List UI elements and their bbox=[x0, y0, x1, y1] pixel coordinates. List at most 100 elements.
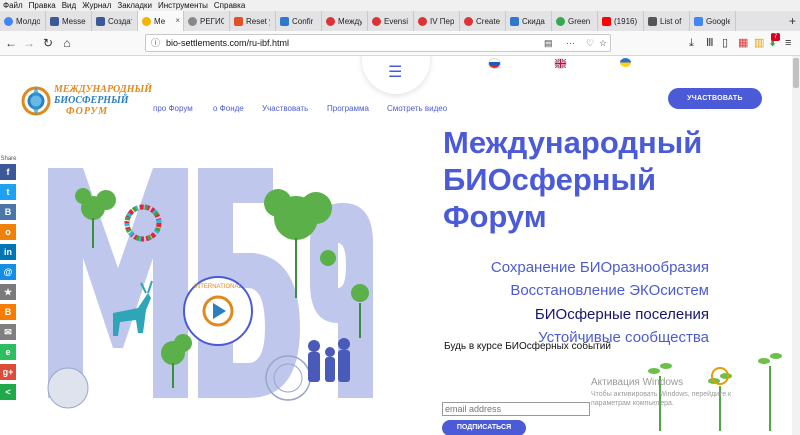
menu-item[interactable]: Журнал bbox=[82, 0, 111, 11]
menu-item[interactable]: Инструменты bbox=[158, 0, 208, 11]
new-tab-button[interactable]: + bbox=[789, 14, 796, 28]
url-text[interactable]: bio-settlements.com/ru-ibf.html bbox=[166, 35, 289, 51]
logo-line-2: БИОСФЕРНЫЙ bbox=[54, 95, 129, 106]
tab-label: IV Пер bbox=[430, 16, 454, 26]
evernote-icon[interactable]: e bbox=[0, 344, 16, 360]
tab-favicon-icon bbox=[464, 16, 473, 26]
tab-favicon-icon bbox=[234, 16, 243, 26]
tab-label: Молдо bbox=[16, 16, 40, 26]
menu-item[interactable]: Вид bbox=[62, 0, 76, 11]
tab-label: Ме bbox=[154, 16, 166, 26]
tab-favicon-icon bbox=[188, 16, 197, 26]
tab-favicon-icon bbox=[280, 16, 289, 26]
bookmark-icon[interactable]: ★ bbox=[0, 284, 16, 300]
tab[interactable]: Создат bbox=[92, 11, 138, 31]
mail-icon[interactable]: @ bbox=[0, 264, 16, 280]
tab-favicon-icon bbox=[50, 16, 59, 26]
tab-strip: Молдо Messen Создат Ме × РЕГИС Reset y Confir Ме… bbox=[0, 11, 800, 31]
email-input[interactable] bbox=[442, 402, 590, 416]
page-scrollbar[interactable] bbox=[792, 56, 800, 435]
tab[interactable]: IV Пер bbox=[414, 11, 460, 31]
tab-favicon-icon bbox=[142, 16, 151, 26]
pocket-icon[interactable]: ♡ bbox=[586, 35, 594, 51]
tab[interactable]: Скида bbox=[506, 11, 552, 31]
tab[interactable]: Reset y bbox=[230, 11, 276, 31]
flag-russia-icon[interactable] bbox=[488, 58, 501, 69]
menu-hamburger-icon[interactable]: ≡ bbox=[785, 35, 791, 51]
tab[interactable]: Create bbox=[460, 11, 506, 31]
tab-favicon-icon bbox=[602, 16, 611, 26]
emblem-text: INTERNATIONAL bbox=[194, 284, 242, 290]
page-actions-icon[interactable]: ··· bbox=[566, 35, 575, 51]
menu-item[interactable]: Файл bbox=[3, 0, 23, 11]
flag-ukraine-icon[interactable] bbox=[620, 58, 631, 67]
share-bar: Share f t Bo in @ ★ B ✉ e g+ < bbox=[0, 154, 17, 404]
sidebar-icon[interactable]: ▯ bbox=[722, 35, 728, 51]
linkedin-icon[interactable]: in bbox=[0, 244, 16, 260]
nav-link-participate[interactable]: Участвовать bbox=[262, 104, 308, 113]
tab[interactable]: Молдо bbox=[0, 11, 46, 31]
extension-icon[interactable]: ▦ bbox=[738, 35, 748, 51]
forward-button[interactable]: → bbox=[21, 35, 37, 51]
hero-line-1: Международный bbox=[443, 125, 703, 160]
tab-label: Между bbox=[338, 16, 362, 26]
tab-label: РЕГИС bbox=[200, 16, 224, 26]
menu-item[interactable]: Правка bbox=[29, 0, 56, 11]
library-icon[interactable]: Ⅲ bbox=[706, 35, 714, 51]
nav-link-about-fund[interactable]: о Фонде bbox=[213, 104, 244, 113]
blogger-icon[interactable]: B bbox=[0, 304, 16, 320]
share-label: Share bbox=[0, 156, 17, 162]
hero-line-2: БИОсферный bbox=[443, 162, 657, 197]
tab-label: Reset y bbox=[246, 16, 270, 26]
nav-link-about-forum[interactable]: про Форум bbox=[153, 104, 193, 113]
subscribe-label: Будь в курсе БИОсферных событий bbox=[444, 341, 611, 352]
flag-uk-icon[interactable] bbox=[554, 58, 567, 69]
nav-link-watch-video[interactable]: Смотреть видео bbox=[387, 104, 447, 113]
tab-label: Green C bbox=[568, 16, 592, 26]
more-share-icon[interactable]: < bbox=[0, 384, 16, 400]
participate-button[interactable]: УЧАСТВОВАТЬ bbox=[668, 88, 762, 109]
tab[interactable]: РЕГИС bbox=[184, 11, 230, 31]
tagline-biodiversity: Сохранение БИОразнообразия bbox=[490, 259, 709, 276]
google-plus-icon[interactable]: g+ bbox=[0, 364, 16, 380]
tab[interactable]: Google bbox=[690, 11, 736, 31]
twitter-icon[interactable]: t bbox=[0, 184, 16, 200]
reader-view-icon[interactable]: ▤ bbox=[544, 35, 553, 51]
reload-button[interactable]: ↻ bbox=[40, 35, 56, 51]
tab[interactable]: Green C bbox=[552, 11, 598, 31]
tab[interactable]: List of f bbox=[644, 11, 690, 31]
odnoklassniki-icon[interactable]: o bbox=[0, 224, 16, 240]
vk-icon[interactable]: B bbox=[0, 204, 16, 220]
tab[interactable]: Evensi bbox=[368, 11, 414, 31]
subscribe-button[interactable]: ПОДПИСАТЬСЯ bbox=[442, 420, 526, 435]
tab[interactable]: Между bbox=[322, 11, 368, 31]
bookmark-star-icon[interactable]: ☆ bbox=[599, 35, 607, 51]
tab-close-icon[interactable]: × bbox=[175, 16, 180, 25]
downloads-icon[interactable]: ⤓ bbox=[689, 35, 694, 51]
tab-favicon-icon bbox=[648, 16, 657, 26]
tab-favicon-icon bbox=[556, 16, 565, 26]
tab[interactable]: Messen bbox=[46, 11, 92, 31]
tab-active[interactable]: Ме × bbox=[138, 11, 184, 31]
address-bar[interactable]: ⓘ bio-settlements.com/ru-ibf.html ▤ ··· … bbox=[145, 34, 611, 52]
home-button[interactable]: ⌂ bbox=[59, 35, 75, 51]
extension-icon-2[interactable]: ▥ bbox=[754, 35, 764, 51]
email-icon[interactable]: ✉ bbox=[0, 324, 16, 340]
notification-badge: 7 bbox=[771, 33, 780, 41]
tab-favicon-icon bbox=[510, 16, 519, 26]
menu-item[interactable]: Закладки bbox=[117, 0, 152, 11]
watermark-line-1: Чтобы активировать Windows, перейдите к bbox=[591, 391, 732, 398]
site-info-icon[interactable]: ⓘ bbox=[151, 35, 160, 51]
menu-item[interactable]: Справка bbox=[214, 0, 245, 11]
site-menu-icon[interactable]: ☰ bbox=[388, 62, 402, 82]
tab-label: Создат bbox=[108, 16, 132, 26]
tagline-ecosystems: Восстановление ЭКОсистем bbox=[510, 282, 709, 299]
scrollbar-thumb[interactable] bbox=[793, 58, 799, 88]
windows-activation-watermark: Активация Windows Чтобы активировать Win… bbox=[591, 377, 731, 408]
tab[interactable]: (1916) bbox=[598, 11, 644, 31]
facebook-icon[interactable]: f bbox=[0, 164, 16, 180]
forum-logo-text[interactable]: МЕЖДУНАРОДНЫЙ БИОСФЕРНЫЙ ФОРУМ bbox=[54, 84, 152, 117]
back-button[interactable]: ← bbox=[3, 35, 19, 51]
nav-link-program[interactable]: Программа bbox=[327, 104, 369, 113]
tab[interactable]: Confir bbox=[276, 11, 322, 31]
